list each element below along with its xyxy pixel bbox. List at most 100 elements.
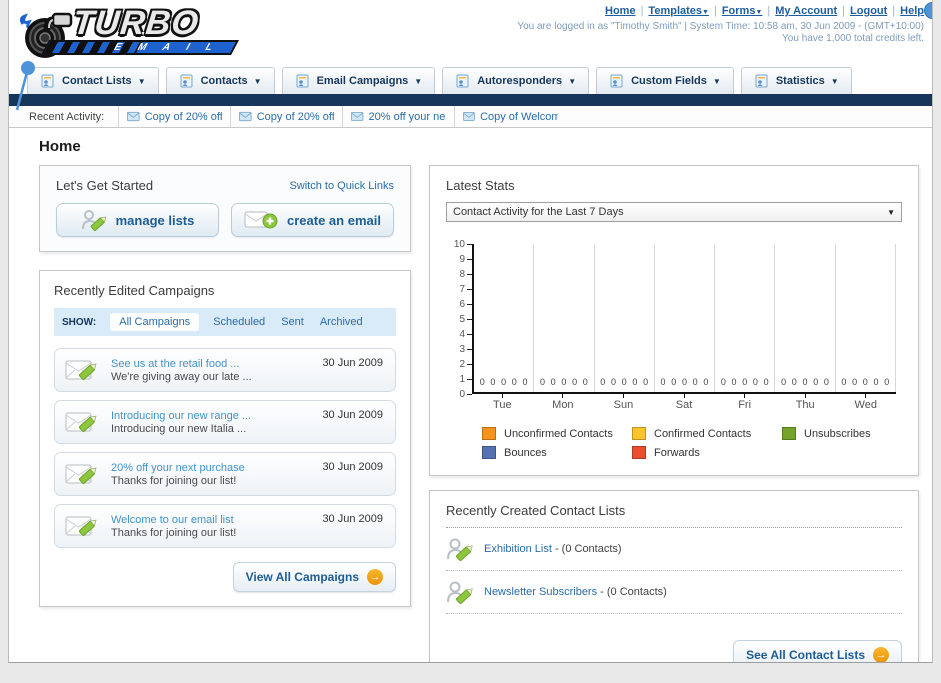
arrow-circle-icon: → xyxy=(367,569,383,585)
nav-tab-icon xyxy=(41,74,54,88)
contact-list-count: - (0 Contacts) xyxy=(600,586,667,598)
data-point-label: 0 xyxy=(731,377,737,387)
contact-list-count: - (0 Contacts) xyxy=(554,543,622,555)
data-point-label: 0 xyxy=(572,377,578,387)
chart-x-axis: Tue Mon Sun Sat Fri Thu Wed xyxy=(472,394,896,411)
nav-tab[interactable]: Email Campaigns ▼ xyxy=(281,67,436,94)
recent-activity-item[interactable]: Copy of 20% off yo xyxy=(118,106,230,127)
top-nav-link[interactable]: My Account xyxy=(775,5,837,17)
filter-all-campaigns[interactable]: All Campaigns xyxy=(110,313,200,331)
campaign-title-link[interactable]: Welcome to our email list xyxy=(111,514,236,526)
top-nav-link[interactable]: Templates▼ xyxy=(648,5,709,17)
nav-tab-caret-icon: ▼ xyxy=(137,76,146,86)
contact-list-item[interactable]: Newsletter Subscribers - (0 Contacts) xyxy=(446,571,902,614)
campaign-title-link[interactable]: Introducing our new range ... xyxy=(111,410,251,422)
data-point-label: 0 xyxy=(582,377,588,387)
top-nav-link[interactable]: Logout xyxy=(850,5,887,17)
envelope-pencil-icon xyxy=(65,360,97,381)
top-nav-link[interactable]: Help xyxy=(900,5,924,17)
y-axis-tick: 2 xyxy=(459,358,472,370)
contact-list-link[interactable]: Newsletter Subscribers xyxy=(484,586,597,598)
help-bubble-icon[interactable] xyxy=(924,2,932,19)
switch-quick-links-link[interactable]: Switch to Quick Links xyxy=(289,180,394,192)
y-axis-tick: 0 xyxy=(459,388,472,400)
contact-list-items: Exhibition List - (0 Contacts) Newsletter… xyxy=(446,528,902,614)
recent-activity-text: Copy of Welcome to xyxy=(480,110,558,123)
data-point-label: 0 xyxy=(841,377,847,387)
nav-tab[interactable]: Contact Lists ▼ xyxy=(27,67,159,94)
data-point-label: 0 xyxy=(511,377,517,387)
nav-tab[interactable]: Autoresponders ▼ xyxy=(442,67,590,94)
nav-tab-icon xyxy=(755,74,768,88)
data-point-label: 0 xyxy=(561,377,567,387)
campaign-filter-link[interactable]: Archived xyxy=(320,316,363,328)
campaign-title-link[interactable]: 20% off your next purchase xyxy=(111,462,245,474)
x-axis-label: Thu xyxy=(775,394,836,411)
recent-activity-item[interactable]: 20% off your next p xyxy=(342,106,454,127)
header: TURBO E M A I L Home | Templates▼ | Forms▼ | M… xyxy=(9,0,932,111)
nav-tab-icon xyxy=(296,74,309,88)
get-started-panel: Let's Get Started Switch to Quick Links … xyxy=(39,165,411,252)
chart-plot-area: 00000000000000000000000000000000000 xyxy=(472,244,896,394)
nav-tab-icon xyxy=(180,74,193,88)
data-point-label: 0 xyxy=(823,377,829,387)
chart-day-group: 00000 xyxy=(474,244,535,392)
envelope-pencil-icon xyxy=(65,464,97,485)
y-axis-tick: 4 xyxy=(459,328,472,340)
recent-campaigns-panel: Recently Edited Campaigns SHOW: All Camp… xyxy=(39,270,411,607)
left-column: Let's Get Started Switch to Quick Links … xyxy=(39,165,411,607)
create-email-button[interactable]: create an email xyxy=(231,203,394,237)
stats-range-dropdown[interactable]: Contact Activity for the Last 7 Days ▼ xyxy=(446,202,902,222)
campaign-filters: Scheduled Sent Archived xyxy=(213,316,362,328)
chart-day-group: 00000 xyxy=(595,244,655,392)
campaign-filter-link[interactable]: Scheduled xyxy=(213,316,265,328)
person-pencil-icon xyxy=(447,581,473,605)
x-axis-label: Sun xyxy=(593,394,654,411)
y-axis-tick: 8 xyxy=(459,268,472,280)
recent-activity-item[interactable]: Copy of 20% off yo xyxy=(230,106,342,127)
data-point-label: 0 xyxy=(490,377,496,387)
recent-contact-lists-panel: Recently Created Contact Lists Exhibitio… xyxy=(429,490,919,662)
data-point-label: 0 xyxy=(873,377,879,387)
see-all-contact-lists-button[interactable]: See All Contact Lists → xyxy=(733,640,902,662)
campaign-card[interactable]: 20% off your next purchase Thanks for joi… xyxy=(54,452,396,496)
campaign-subtitle: We're giving away our late ... xyxy=(111,370,252,383)
recent-activity-bar: Recent Activity: Copy of 20% off yoCopy … xyxy=(9,106,932,128)
top-nav-link[interactable]: Home xyxy=(605,5,636,17)
legend-item: Forwards xyxy=(632,446,782,459)
nav-tab[interactable]: Contacts ▼ xyxy=(165,67,275,94)
right-column: Latest Stats Contact Activity for the La… xyxy=(429,165,919,662)
nav-tab[interactable]: Statistics ▼ xyxy=(740,67,852,94)
campaign-filter-link[interactable]: Sent xyxy=(281,316,304,328)
campaign-card[interactable]: Introducing our new range ... Introducing… xyxy=(54,400,396,444)
data-point-label: 0 xyxy=(884,377,890,387)
nav-tab-icon xyxy=(456,74,469,88)
contact-activity-chart: 10 9 8 7 6 5 4 3 2 1 0 000000000000000000000000000… xyxy=(446,239,902,459)
view-all-campaigns-button[interactable]: View All Campaigns → xyxy=(232,562,396,592)
logo-email-bar: E M A I L xyxy=(41,40,239,55)
envelope-icon xyxy=(127,111,140,122)
legend-item: Bounces xyxy=(482,446,632,459)
data-point-label: 0 xyxy=(862,377,868,387)
nav-tab[interactable]: Custom Fields ▼ xyxy=(596,67,734,94)
campaign-subtitle: Thanks for joining our list! xyxy=(111,526,237,539)
manage-lists-button[interactable]: manage lists xyxy=(56,203,219,237)
contact-list-item[interactable]: Exhibition List - (0 Contacts) xyxy=(446,528,902,571)
stats-range-value: Contact Activity for the Last 7 Days xyxy=(453,206,624,218)
recent-activity-item[interactable]: Copy of Welcome to xyxy=(454,106,566,127)
campaign-card[interactable]: See us at the retail food ... We're givin… xyxy=(54,348,396,392)
envelope-pencil-icon xyxy=(65,516,97,537)
contact-list-link[interactable]: Exhibition List xyxy=(484,543,552,555)
envelope-plus-icon xyxy=(244,211,278,229)
campaign-card[interactable]: Welcome to our email list Thanks for join… xyxy=(54,504,396,548)
campaign-list: See us at the retail food ... We're givin… xyxy=(54,348,396,548)
campaign-date: 30 Jun 2009 xyxy=(322,513,383,525)
nav-separator: | xyxy=(640,5,644,17)
nav-tab-label: Statistics xyxy=(775,75,825,87)
dropdown-caret-icon: ▼ xyxy=(702,9,709,16)
recent-campaigns-title: Recently Edited Campaigns xyxy=(54,283,215,298)
campaign-title-link[interactable]: See us at the retail food ... xyxy=(111,358,252,370)
data-point-label: 0 xyxy=(752,377,758,387)
logo-pin-icon xyxy=(15,61,35,111)
top-nav-link[interactable]: Forms▼ xyxy=(722,5,763,17)
